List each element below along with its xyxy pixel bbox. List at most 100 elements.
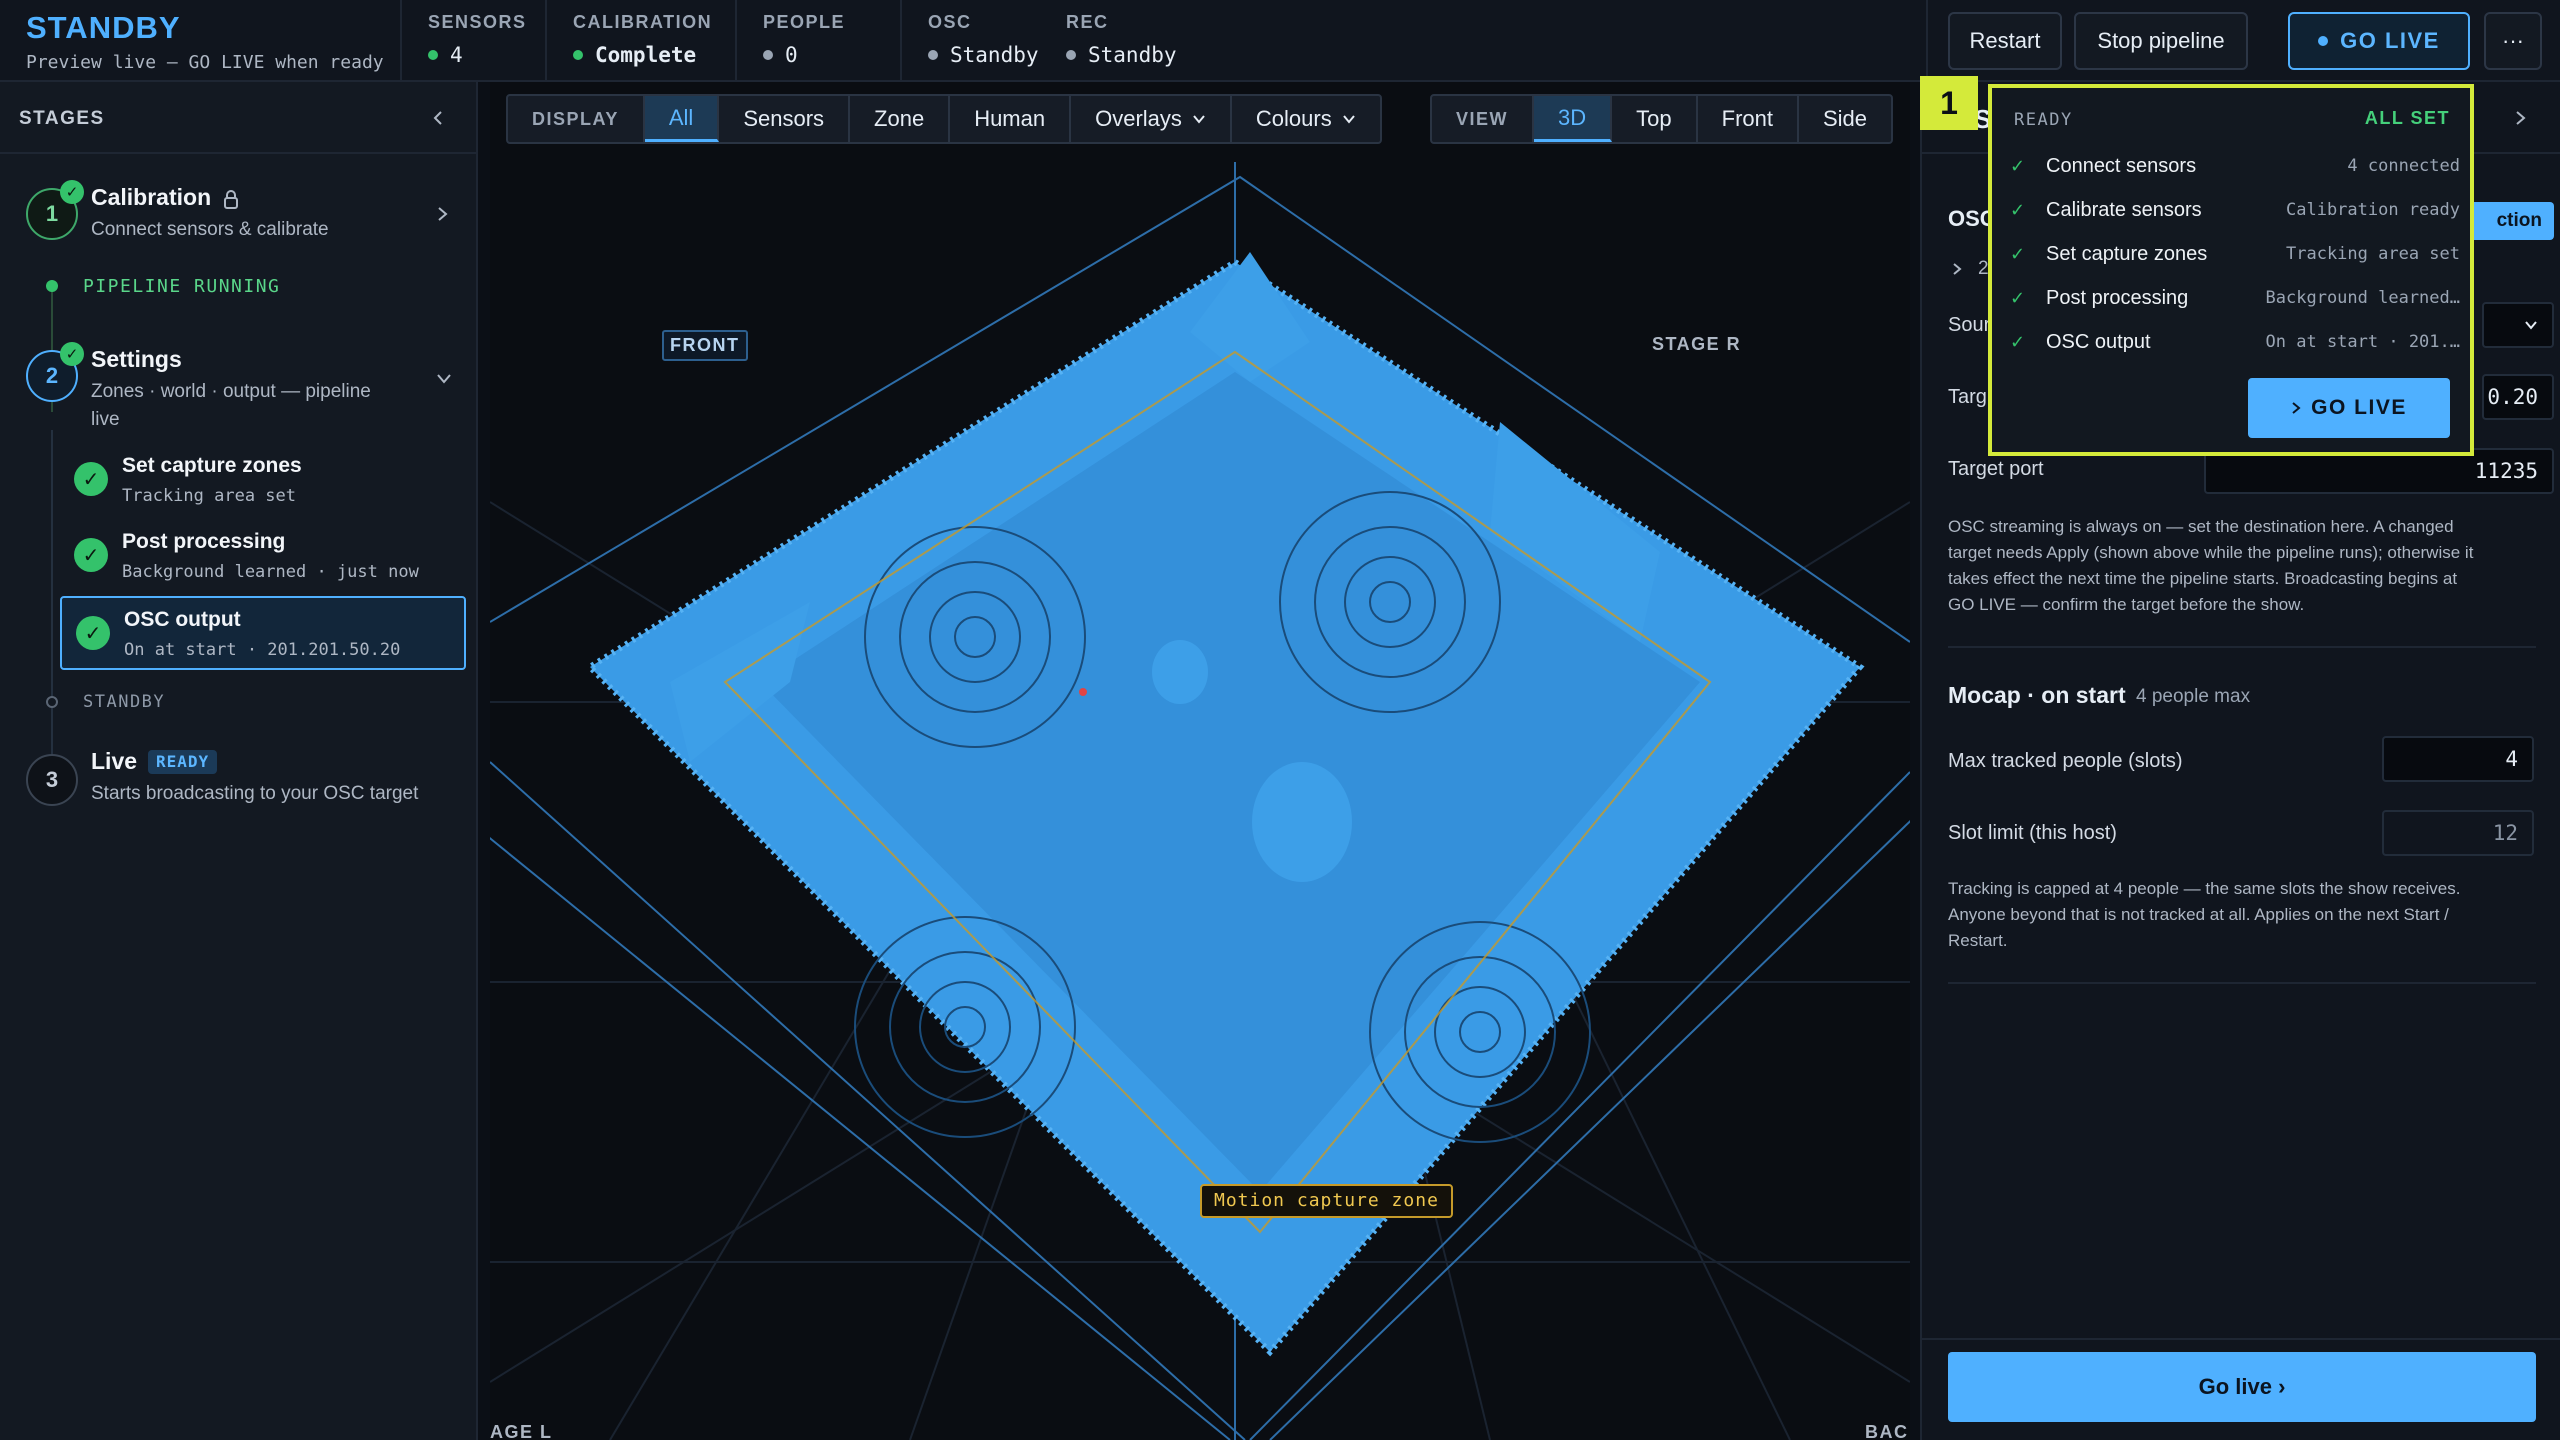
max-people-input[interactable]: 4 <box>2382 736 2534 782</box>
chevron-down-icon <box>437 374 451 384</box>
target-port-label: Target port <box>1948 458 2044 480</box>
readiness-popover: READY ALL SET ✓ Connect sensors 4 connec… <box>1988 84 2474 456</box>
status-dot <box>763 50 773 60</box>
target-host-input[interactable]: 0.20 <box>2482 374 2554 420</box>
check-icon: ✓ <box>2010 243 2026 264</box>
status-dot <box>573 50 583 60</box>
overlays-label: Overlays <box>1095 106 1182 131</box>
standby-status: STANDBY <box>83 692 166 712</box>
chevron-left-icon[interactable] <box>430 110 446 126</box>
help-line: Anyone beyond that is not tracked at all… <box>1948 905 2449 924</box>
stat-people: PEOPLE 0 <box>735 0 900 80</box>
mocap-subtitle: 4 people max <box>2136 686 2251 707</box>
go-live-button[interactable]: Go live › <box>1948 1352 2536 1422</box>
3d-viewport[interactable]: DISPLAY All Sensors Zone Human Overlays … <box>490 82 1910 1440</box>
stat-label: PEOPLE <box>763 12 846 32</box>
step-calibration[interactable]: 1 ✓ Calibration Connect sensors & calibr… <box>0 178 476 278</box>
max-people-label: Max tracked people (slots) <box>1948 750 2183 772</box>
slot-limit-input: 12 <box>2382 810 2534 856</box>
stat-calibration: CALIBRATION Complete <box>545 0 735 80</box>
tab-display-all[interactable]: All <box>644 96 720 142</box>
ready-badge: READY <box>148 750 218 774</box>
substep-post-processing[interactable]: ✓ Post processing Background learned · j… <box>60 520 466 594</box>
checklist-item: ✓ Set capture zones Tracking area set <box>2010 234 2460 274</box>
tab-view-front[interactable]: Front <box>1698 96 1799 142</box>
tab-display-zone[interactable]: Zone <box>850 96 951 142</box>
stat-sensors: SENSORS 4 <box>400 0 545 80</box>
checklist-status: Background learned… <box>2265 288 2460 308</box>
stat-label: REC <box>1066 12 1109 32</box>
step-desc: Zones · world · output — pipeline <box>91 381 371 402</box>
capture-zone-label: Motion capture zone <box>1200 1184 1453 1218</box>
chevron-right-icon[interactable] <box>2514 110 2528 126</box>
tour-step-marker: 1 <box>1920 76 1978 130</box>
stop-pipeline-button[interactable]: Stop pipeline <box>2074 12 2248 70</box>
brand: STANDBY Preview live — GO LIVE when read… <box>26 10 384 73</box>
source-label: Sour <box>1948 314 1991 336</box>
chevron-right-icon <box>438 207 448 221</box>
substep-osc-output[interactable]: ✓ OSC output On at start · 201.201.50.20 <box>60 596 466 670</box>
colours-label: Colours <box>1255 106 1332 131</box>
help-line: target needs Apply (shown above while th… <box>1948 543 2474 562</box>
tab-display-sensors[interactable]: Sensors <box>719 96 851 142</box>
osc-help-text: OSC streaming is always on — set the des… <box>1948 514 2548 618</box>
target-host-label: Targ <box>1948 386 1987 408</box>
substep-title: Post processing <box>122 530 286 553</box>
check-icon: ✓ <box>74 462 108 496</box>
step-desc: Starts broadcasting to your OSC target <box>91 783 419 804</box>
source-select[interactable] <box>2482 302 2554 348</box>
chevron-down-icon <box>1342 115 1355 124</box>
substep-desc: Tracking area set <box>122 486 296 506</box>
tab-display-human[interactable]: Human <box>950 96 1072 142</box>
check-icon: ✓ <box>60 342 84 366</box>
mocap-help-text: Tracking is capped at 4 people — the sam… <box>1948 876 2548 954</box>
check-icon: ✓ <box>2010 155 2026 176</box>
lock-icon <box>224 190 238 209</box>
go-live-top-button[interactable]: GO LIVE <box>2288 12 2470 70</box>
chevron-right-icon[interactable] <box>1952 262 1964 276</box>
stage-l-tag: AGE L <box>490 1422 553 1440</box>
tab-view-top[interactable]: Top <box>1612 96 1698 142</box>
substep-desc: On at start · 201.201.50.20 <box>124 640 401 660</box>
footer-divider <box>1922 1338 2560 1340</box>
help-line: GO LIVE — confirm the target before the … <box>1948 595 2305 614</box>
popover-go-live-label: GO LIVE <box>2311 396 2407 419</box>
stat-value: Complete <box>595 43 697 67</box>
substep-title: OSC output <box>124 608 241 631</box>
help-line: takes effect the next time the pipeline … <box>1948 569 2458 588</box>
more-menu-button[interactable]: ··· <box>2484 12 2542 70</box>
app-state-title: STANDBY <box>26 10 181 45</box>
point-cloud-canvas[interactable] <box>490 82 1910 1440</box>
expander-label: 2 <box>1978 258 1989 279</box>
status-dot <box>428 50 438 60</box>
help-line: Restart. <box>1948 931 2008 950</box>
pipeline-status: PIPELINE RUNNING <box>83 276 281 297</box>
stat-label: CALIBRATION <box>573 12 713 32</box>
tab-view-3d[interactable]: 3D <box>1534 96 1613 142</box>
origin-marker <box>1079 688 1087 696</box>
view-label: VIEW <box>1432 96 1535 142</box>
substep-desc: Background learned · just now <box>122 562 419 582</box>
colours-dropdown[interactable]: Colours <box>1232 96 1380 142</box>
front-tag: FRONT <box>662 330 748 361</box>
chevron-down-icon <box>1193 115 1205 124</box>
ready-label: READY <box>2014 110 2073 130</box>
status-dot <box>46 280 58 292</box>
popover-go-live-button[interactable]: GO LIVE <box>2248 378 2450 438</box>
app-state-subtitle: Preview live — GO LIVE when ready <box>26 52 384 73</box>
tab-view-side[interactable]: Side <box>1799 96 1891 142</box>
status-dot <box>46 696 58 708</box>
mocap-title: Mocap · on start <box>1948 682 2126 708</box>
step-desc-line2: live <box>91 409 120 430</box>
step-live[interactable]: 3 Live READY Starts broadcasting to your… <box>0 732 476 832</box>
restart-button[interactable]: Restart <box>1948 12 2062 70</box>
substep-capture-zones[interactable]: ✓ Set capture zones Tracking area set <box>60 444 466 518</box>
step-settings[interactable]: 2 ✓ Settings Zones · world · output — pi… <box>0 330 476 430</box>
check-icon: ✓ <box>2010 199 2026 220</box>
overlays-dropdown[interactable]: Overlays <box>1071 96 1232 142</box>
live-dot-icon <box>2318 36 2329 46</box>
stat-rec: REC Standby <box>1040 0 1240 80</box>
checklist-item: ✓ OSC output On at start · 201.… <box>2010 322 2460 362</box>
checklist-name: Set capture zones <box>2046 242 2208 265</box>
substep-rail <box>51 430 53 770</box>
